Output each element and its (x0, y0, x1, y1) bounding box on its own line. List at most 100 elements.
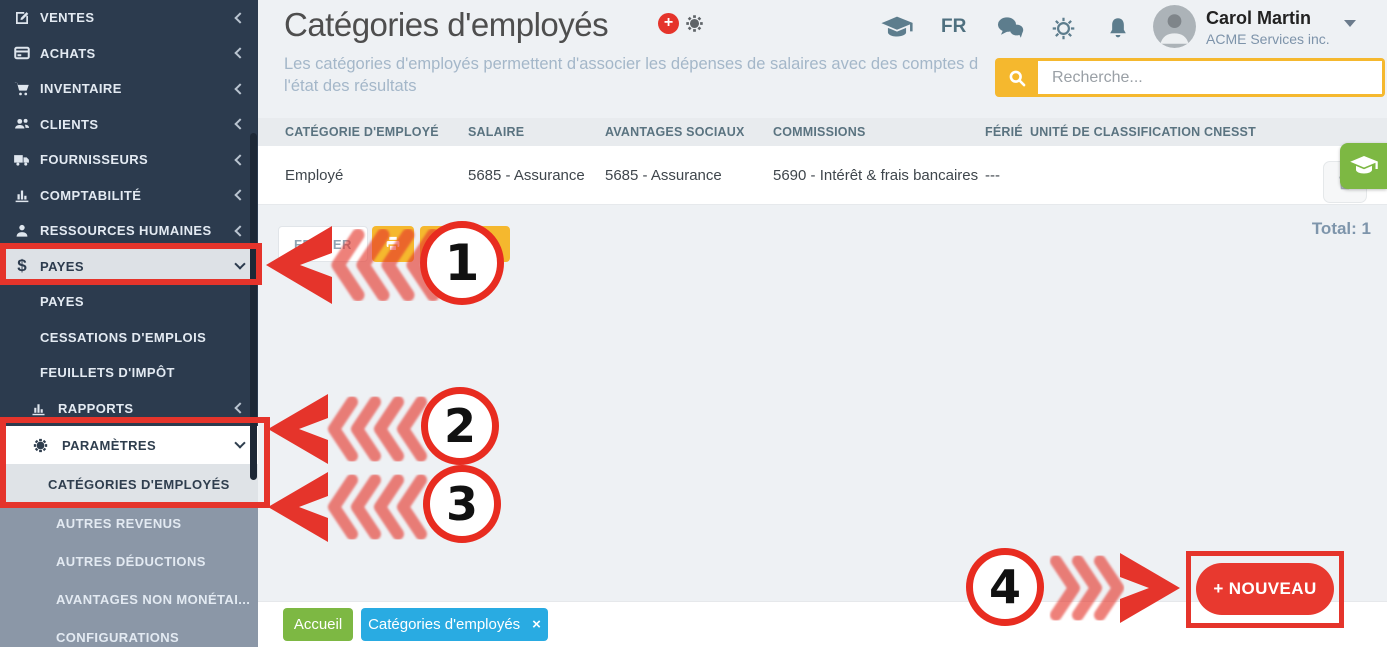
sidebar-scrollbar[interactable] (250, 133, 257, 480)
sidebar-item-label: INVENTAIRE (40, 81, 122, 96)
sidebar-item-label: CONFIGURATIONS (56, 630, 179, 645)
home-tab[interactable]: Accueil (283, 608, 353, 641)
page-title: Catégories d'employés (284, 6, 608, 44)
sidebar-subitem-categories-employes[interactable]: CATÉGORIES D'EMPLOYÉS (0, 464, 258, 504)
cell-ferie: --- (985, 167, 1030, 184)
sidebar-item-label: CATÉGORIES D'EMPLOYÉS (48, 477, 230, 492)
sidebar-subitem-autres-revenus[interactable]: AUTRES REVENUS (0, 504, 258, 542)
sidebar-submenu-group: AUTRES REVENUS AUTRES DÉDUCTIONS AVANTAG… (0, 504, 258, 647)
printer-icon (384, 235, 402, 253)
user-company: ACME Services inc. (1206, 31, 1330, 47)
column-header: UNITÉ DE CLASSIFICATION CNESST (1030, 125, 1387, 139)
column-header: SALAIRE (468, 125, 605, 139)
sidebar-subitem-cessations[interactable]: CESSATIONS D'EMPLOIS (0, 320, 258, 356)
sidebar-item-payes[interactable]: $ PAYES (0, 249, 258, 285)
chevron-left-icon (234, 48, 245, 59)
chevron-left-icon (234, 83, 245, 94)
search-bar (995, 58, 1385, 97)
dollar-icon: $ (12, 256, 32, 276)
sidebar-item-label: AUTRES DÉDUCTIONS (56, 554, 206, 569)
tab-categories-employes[interactable]: Catégories d'employés × (361, 608, 548, 641)
search-input[interactable] (1038, 61, 1382, 94)
share-button[interactable] (466, 226, 510, 262)
sidebar-item-label: PAYES (40, 259, 84, 274)
sidebar-subitem-rapports[interactable]: RAPPORTS (0, 391, 258, 427)
tab-label: Catégories d'employés (368, 616, 520, 633)
cell-avantages: 5685 - Assurance (605, 167, 773, 184)
sidebar-item-clients[interactable]: CLIENTS (0, 107, 258, 143)
sidebar-item-ventes[interactable]: VENTES (0, 0, 258, 36)
chevron-left-icon (234, 225, 245, 236)
table-row[interactable]: Employé 5685 - Assurance 5685 - Assuranc… (258, 146, 1387, 205)
search-icon (1007, 68, 1027, 88)
sidebar-item-label: FEUILLETS D'IMPÔT (40, 365, 175, 380)
chevron-left-icon (234, 190, 245, 201)
sidebar-subitem-feuillets[interactable]: FEUILLETS D'IMPÔT (0, 355, 258, 391)
sidebar-item-label: AVANTAGES NON MONÉTAI... (56, 592, 250, 607)
sidebar-item-label: CESSATIONS D'EMPLOIS (40, 330, 206, 345)
sidebar-item-comptabilite[interactable]: COMPTABILITÉ (0, 178, 258, 214)
search-button[interactable] (995, 58, 1038, 97)
annotation-step-2: 2 (421, 387, 499, 465)
close-button[interactable]: FERMER (278, 226, 368, 262)
sidebar-item-label: ACHATS (40, 46, 96, 61)
print-button[interactable] (372, 226, 414, 262)
sidebar-item-label: PAYES (40, 294, 84, 309)
chat-icon[interactable] (995, 15, 1025, 39)
annotation-step-3: 3 (423, 465, 501, 543)
chevron-left-icon (234, 12, 245, 23)
bar-chart-icon (28, 398, 48, 418)
add-category-button[interactable]: + (658, 13, 679, 34)
sidebar-subitem-configurations[interactable]: CONFIGURATIONS (0, 618, 258, 647)
chevron-left-icon (234, 119, 245, 130)
user-name: Carol Martin (1206, 8, 1330, 29)
users-icon (12, 114, 32, 134)
sidebar-subitem-parametres[interactable]: PARAMÈTRES (0, 426, 258, 464)
chevron-left-icon (234, 154, 245, 165)
page-subtitle-line2: l'état des résultats (284, 75, 1014, 97)
gear-icon (30, 435, 50, 455)
language-selector[interactable]: FR (941, 16, 966, 38)
user-avatar[interactable] (1153, 5, 1196, 48)
bar-chart-icon (12, 185, 32, 205)
sidebar-item-fournisseurs[interactable]: FOURNISSEURS (0, 142, 258, 178)
column-header: FÉRIÉ (985, 125, 1030, 139)
sidebar-item-label: AUTRES REVENUS (56, 516, 182, 531)
credit-card-icon (12, 43, 32, 63)
graduation-cap-icon[interactable] (880, 15, 914, 41)
app-window: VENTES ACHATS INVENTAIRE CLIENTS FOURNIS… (0, 0, 1387, 647)
annotation-arrow-left-2 (266, 392, 430, 466)
chevron-down-icon (234, 259, 245, 270)
total-count: Total: 1 (1312, 219, 1371, 239)
sidebar-subitem-payes[interactable]: PAYES (0, 284, 258, 320)
sidebar-item-achats[interactable]: ACHATS (0, 36, 258, 72)
chevron-down-icon[interactable] (1344, 20, 1356, 27)
cell-salaire: 5685 - Assurance (468, 167, 605, 184)
cell-commissions: 5690 - Intérêt & frais bancaires (773, 167, 985, 184)
sidebar-item-label: RAPPORTS (58, 401, 133, 416)
new-button[interactable]: + NOUVEAU (1196, 563, 1334, 615)
graduation-cap-icon (1349, 154, 1379, 178)
chevron-left-icon (234, 403, 245, 414)
close-icon[interactable]: × (532, 616, 541, 633)
sidebar-item-label: RESSOURCES HUMAINES (40, 223, 212, 238)
truck-icon (12, 150, 32, 170)
table-header: CATÉGORIE D'EMPLOYÉ SALAIRE AVANTAGES SO… (258, 118, 1387, 146)
sidebar-subitem-autres-deductions[interactable]: AUTRES DÉDUCTIONS (0, 542, 258, 580)
sidebar-item-inventaire[interactable]: INVENTAIRE (0, 71, 258, 107)
sidebar-item-label: COMPTABILITÉ (40, 188, 141, 203)
export-button[interactable] (420, 226, 463, 262)
user-icon (12, 221, 32, 241)
page-settings-icon[interactable] (684, 13, 705, 34)
bell-icon[interactable] (1105, 15, 1131, 42)
sidebar-item-ressources-humaines[interactable]: RESSOURCES HUMAINES (0, 213, 258, 249)
column-header: COMMISSIONS (773, 125, 985, 139)
page-subtitle-line1: Les catégories d'employés permettent d'a… (284, 53, 1014, 75)
annotation-arrow-left-3 (266, 470, 430, 544)
sidebar-subitem-avantages-non-monetaires[interactable]: AVANTAGES NON MONÉTAI... (0, 580, 258, 618)
tutorial-button[interactable] (1340, 143, 1387, 189)
user-menu[interactable]: Carol Martin ACME Services inc. (1206, 8, 1330, 47)
gear-icon[interactable] (1050, 15, 1077, 42)
column-header: AVANTAGES SOCIAUX (605, 125, 773, 139)
column-header: CATÉGORIE D'EMPLOYÉ (285, 125, 468, 139)
